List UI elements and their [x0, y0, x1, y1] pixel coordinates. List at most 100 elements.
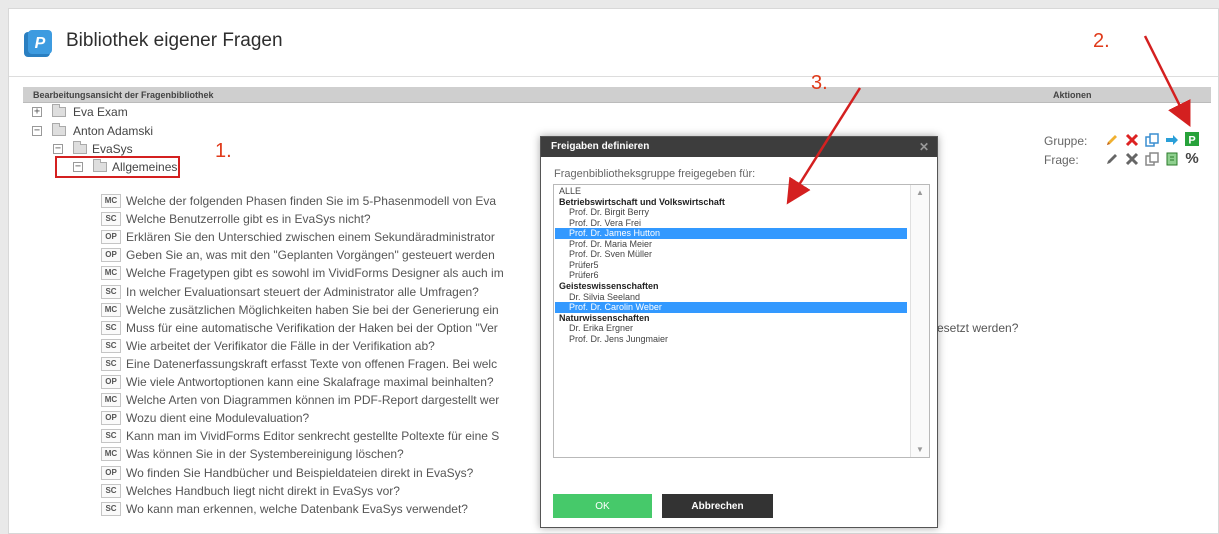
tree-label: Eva Exam — [73, 105, 128, 119]
question-type-badge: MC — [101, 266, 121, 281]
question-row[interactable]: SC Wie arbeitet der Verifikator die Fälle… — [101, 337, 541, 355]
question-text: Welches Handbuch liegt nicht direkt in E… — [126, 483, 400, 498]
listbox-scrollbar[interactable]: ▲ ▼ — [910, 185, 929, 457]
question-type-badge: MC — [101, 194, 121, 208]
list-item[interactable]: Prof. Dr. Maria Meier — [555, 239, 907, 250]
question-delete-icon[interactable] — [1124, 151, 1140, 167]
question-type-badge: SC — [101, 338, 121, 353]
question-row[interactable]: SC Eine Datenerfassungskraft erfasst Text… — [101, 355, 541, 373]
app-logo-icon: P — [24, 30, 52, 57]
collapse-icon[interactable]: − — [32, 126, 42, 136]
question-row[interactable]: SC Kann man im VividForms Editor senkrech… — [101, 427, 541, 445]
question-type-badge: OP — [101, 465, 121, 480]
list-item[interactable]: Dr. Silvia Seeland — [555, 292, 907, 303]
page-title: Bibliothek eigener Fragen — [66, 30, 283, 51]
list-item[interactable]: Prof. Dr. Birgit Berry — [555, 207, 907, 218]
question-row[interactable]: SC Muss für eine automatische Verifikatio… — [101, 319, 541, 337]
collapse-icon[interactable]: − — [53, 144, 63, 154]
question-copy-icon[interactable] — [1144, 151, 1160, 167]
question-text: Wie viele Antwortoptionen kann eine Skal… — [126, 375, 494, 389]
group-copy-icon[interactable] — [1144, 132, 1160, 148]
list-item[interactable]: Prof. Dr. Carolin Weber — [555, 302, 907, 314]
question-text: Eine Datenerfassungskraft erfasst Texte … — [126, 356, 498, 371]
question-row[interactable]: MC Welche der folgenden Phasen finden Sie… — [101, 192, 541, 210]
question-type-badge: SC — [101, 212, 121, 227]
svg-text:P: P — [1188, 135, 1195, 147]
cancel-button[interactable]: Abbrechen — [662, 494, 773, 518]
question-type-badge: OP — [101, 411, 121, 426]
section-header: Bearbeitungsansicht der Fragenbibliothek… — [23, 87, 1211, 103]
step-2-label: 2. — [1093, 30, 1110, 52]
folder-icon — [52, 123, 66, 136]
list-item[interactable]: Dr. Erika Ergner — [555, 323, 907, 334]
question-text: Wie arbeitet der Verifikator die Fälle i… — [126, 338, 435, 353]
list-group-header[interactable]: Betriebswirtschaft und Volkswirtschaft — [555, 197, 907, 208]
question-text: Kann man im VividForms Editor senkrecht … — [126, 429, 500, 444]
question-text: Geben Sie an, was mit den "Geplanten Vor… — [126, 248, 495, 263]
question-type-badge: SC — [101, 429, 121, 444]
question-type-badge: OP — [101, 375, 121, 389]
list-item[interactable]: Prüfer6 — [555, 270, 907, 281]
question-type-badge: SC — [101, 320, 121, 335]
question-edit-pencil-icon[interactable] — [1104, 151, 1120, 167]
dialog-title: Freigaben definieren — [551, 141, 650, 152]
question-row[interactable]: OP Wozu dient eine Modulevaluation? — [101, 409, 541, 427]
question-text: Welche Benutzerrolle gibt es in EvaSys n… — [126, 212, 371, 227]
question-row[interactable]: MC Welche Fragetypen gibt es sowohl im Vi… — [101, 264, 541, 282]
group-delete-icon[interactable] — [1124, 132, 1140, 148]
list-item[interactable]: Prof. Dr. Vera Frei — [555, 218, 907, 229]
question-row[interactable]: SC Welche Benutzerrolle gibt es in EvaSys… — [101, 210, 541, 228]
question-row[interactable]: OP Erklären Sie den Unterschied zwischen … — [101, 228, 541, 246]
question-row[interactable]: MC Welche Arten von Diagrammen können im … — [101, 391, 541, 409]
question-row[interactable]: SC Wo kann man erkennen, welche Datenbank… — [101, 500, 541, 518]
question-text: Wozu dient eine Modulevaluation? — [126, 411, 310, 426]
truncated-question-tail: esetzt werden? — [937, 321, 1019, 335]
scroll-up-icon[interactable]: ▲ — [916, 188, 924, 197]
question-type-badge: MC — [101, 393, 121, 408]
question-type-badge: SC — [101, 356, 121, 371]
question-row[interactable]: MC Welche zusätzlichen Möglichkeiten habe… — [101, 301, 541, 319]
group-edit-pencil-icon[interactable] — [1104, 132, 1120, 148]
question-row[interactable]: OP Wie viele Antwortoptionen kann eine Sk… — [101, 373, 541, 391]
question-percent-icon[interactable]: % — [1184, 151, 1200, 167]
expand-icon[interactable]: + — [32, 107, 42, 117]
question-type-badge: MC — [101, 447, 121, 462]
question-row[interactable]: MC Was können Sie in der Systembereinigun… — [101, 445, 541, 463]
question-text: Welche zusätzlichen Möglichkeiten haben … — [126, 302, 499, 317]
dialog-header: Freigaben definieren ✕ — [541, 137, 937, 157]
list-group-header[interactable]: Geisteswissenschaften — [555, 281, 907, 292]
list-item[interactable]: Prof. Dr. James Hutton — [555, 228, 907, 240]
actions-header: Aktionen — [1053, 90, 1092, 100]
share-dialog: Freigaben definieren ✕ Fragenbibliotheks… — [540, 136, 938, 528]
question-row[interactable]: SC In welcher Evaluationsart steuert der … — [101, 283, 541, 301]
title-bar: P Bibliothek eigener Fragen — [9, 9, 1218, 77]
question-row[interactable]: SC Welches Handbuch liegt nicht direkt in… — [101, 482, 541, 500]
share-listbox[interactable]: ALLE Betriebswirtschaft und Volkswirtscha… — [553, 184, 930, 458]
dialog-caption: Fragenbibliotheksgruppe freigegeben für: — [554, 168, 756, 180]
question-text: In welcher Evaluationsart steuert der Ad… — [126, 284, 479, 299]
question-type-badge: OP — [101, 230, 121, 245]
question-row[interactable]: OP Wo finden Sie Handbücher und Beispield… — [101, 464, 541, 482]
gruppe-label: Gruppe: — [1044, 134, 1088, 148]
ok-button[interactable]: OK — [553, 494, 652, 518]
question-text: Welche der folgenden Phasen finden Sie i… — [126, 194, 497, 208]
group-move-icon[interactable] — [1164, 132, 1180, 148]
question-text: Erklären Sie den Unterschied zwischen ei… — [126, 230, 495, 245]
question-type-badge: MC — [101, 302, 121, 317]
question-type-badge: OP — [101, 248, 121, 263]
question-row[interactable]: OP Geben Sie an, was mit den "Geplanten V… — [101, 246, 541, 264]
group-share-icon[interactable]: P — [1184, 131, 1200, 147]
list-item[interactable]: Prof. Dr. Jens Jungmaier — [555, 334, 907, 345]
list-item[interactable]: ALLE — [555, 186, 907, 197]
question-move-icon[interactable] — [1164, 151, 1180, 167]
question-type-badge: SC — [101, 483, 121, 498]
close-icon[interactable]: ✕ — [917, 140, 931, 154]
question-text: Wo finden Sie Handbücher und Beispieldat… — [126, 465, 474, 480]
scroll-down-icon[interactable]: ▼ — [916, 445, 924, 454]
list-item[interactable]: Prüfer5 — [555, 260, 907, 271]
tree-label: Anton Adamski — [73, 124, 154, 138]
frage-label: Frage: — [1044, 153, 1079, 167]
question-list: MC Welche der folgenden Phasen finden Sie… — [101, 192, 541, 532]
list-item[interactable]: Prof. Dr. Sven Müller — [555, 249, 907, 260]
list-group-header[interactable]: Naturwissenschaften — [555, 313, 907, 324]
